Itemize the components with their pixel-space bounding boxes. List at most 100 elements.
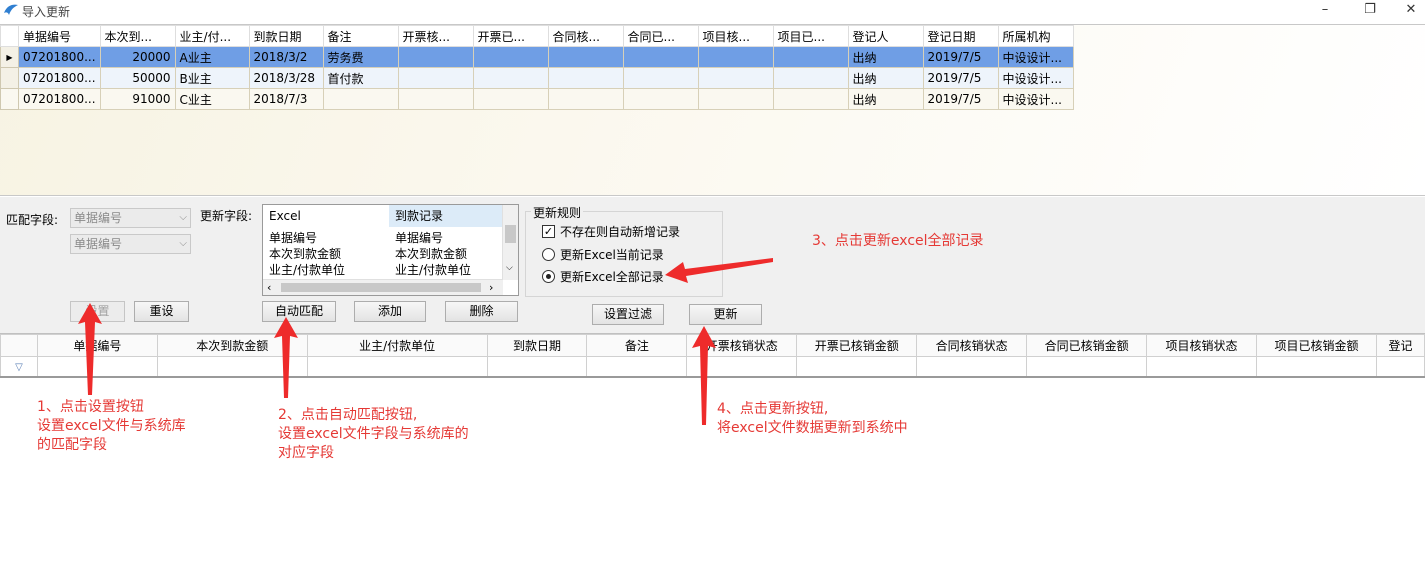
- column-header[interactable]: 合同核...: [547, 25, 624, 47]
- table-cell[interactable]: [397, 88, 474, 110]
- table-row[interactable]: ▶ 07201800... 20000 A业主 2018/3/2 劳务费 出纳 …: [0, 46, 1074, 68]
- column-header[interactable]: 开票已...: [472, 25, 549, 47]
- table-cell[interactable]: 中设设计...: [997, 67, 1074, 89]
- filter-icon[interactable]: ▽: [0, 356, 38, 378]
- column-header[interactable]: 合同已核销金额: [1026, 334, 1148, 357]
- filter-cell[interactable]: [1375, 356, 1425, 378]
- table-cell[interactable]: 2018/3/28: [248, 67, 324, 89]
- match-field-combo-2[interactable]: 单据编号 ⌵: [70, 234, 191, 254]
- filter-cell[interactable]: [586, 356, 688, 378]
- mapping-row[interactable]: 单据编号 单据编号: [263, 230, 503, 246]
- filter-cell[interactable]: [686, 356, 798, 378]
- table-cell[interactable]: [772, 67, 849, 89]
- auto-match-button[interactable]: 自动匹配: [262, 301, 336, 322]
- table-cell[interactable]: B业主: [174, 67, 250, 89]
- table-cell[interactable]: 07201800...: [18, 88, 101, 110]
- filter-cell[interactable]: [796, 356, 918, 378]
- minimize-button[interactable]: –: [1315, 2, 1335, 18]
- table-cell[interactable]: [622, 46, 699, 68]
- column-header[interactable]: 合同已...: [622, 25, 699, 47]
- column-header[interactable]: 登记: [1375, 334, 1425, 357]
- table-cell[interactable]: C业主: [174, 88, 250, 110]
- column-header[interactable]: 项目已核销金额: [1256, 334, 1377, 357]
- match-field-combo-1[interactable]: 单据编号 ⌵: [70, 208, 191, 228]
- table-cell[interactable]: [547, 67, 624, 89]
- add-button[interactable]: 添加: [354, 301, 426, 322]
- table-cell[interactable]: [472, 88, 549, 110]
- table-cell[interactable]: 2018/3/2: [248, 46, 324, 68]
- table-row[interactable]: 07201800... 50000 B业主 2018/3/28 首付款 出纳 2…: [0, 67, 1074, 89]
- table-cell[interactable]: 07201800...: [18, 46, 101, 68]
- column-header[interactable]: 合同核销状态: [916, 334, 1028, 357]
- table-cell[interactable]: 91000: [99, 88, 176, 110]
- table-cell[interactable]: [472, 46, 549, 68]
- table-cell[interactable]: 2019/7/5: [922, 88, 999, 110]
- mapping-row[interactable]: 本次到款金额 本次到款金额: [263, 246, 503, 262]
- table-cell[interactable]: [322, 88, 399, 110]
- scroll-thumb[interactable]: [281, 283, 481, 292]
- column-header[interactable]: 本次到款金额: [156, 334, 308, 357]
- scroll-thumb[interactable]: [505, 225, 516, 243]
- table-cell[interactable]: 50000: [99, 67, 176, 89]
- table-cell[interactable]: [697, 67, 774, 89]
- table-cell[interactable]: 中设设计...: [997, 46, 1074, 68]
- table-cell[interactable]: 2019/7/5: [922, 46, 999, 68]
- column-header[interactable]: 备注: [586, 334, 688, 357]
- table-cell[interactable]: [772, 88, 849, 110]
- filter-cell[interactable]: [1026, 356, 1148, 378]
- table-cell[interactable]: [397, 67, 474, 89]
- filter-cell[interactable]: [916, 356, 1028, 378]
- table-cell[interactable]: 出纳: [847, 88, 924, 110]
- column-header[interactable]: 本次到...: [99, 25, 176, 47]
- table-cell[interactable]: [772, 46, 849, 68]
- table-cell[interactable]: [622, 67, 699, 89]
- column-header[interactable]: 单据编号: [36, 334, 158, 357]
- filter-cell[interactable]: [156, 356, 308, 378]
- table-cell[interactable]: 20000: [99, 46, 176, 68]
- chevron-down-icon[interactable]: ⌵: [506, 263, 513, 273]
- table-cell[interactable]: 首付款: [322, 67, 399, 89]
- column-header[interactable]: 登记日期: [922, 25, 999, 47]
- chevron-right-icon[interactable]: ›: [489, 281, 493, 294]
- filter-cell[interactable]: [486, 356, 588, 378]
- column-header[interactable]: 开票核...: [397, 25, 474, 47]
- filter-cell[interactable]: [36, 356, 158, 378]
- filter-cell[interactable]: [1256, 356, 1377, 378]
- column-header[interactable]: 所属机构: [997, 25, 1074, 47]
- table-cell[interactable]: 07201800...: [18, 67, 101, 89]
- table-cell[interactable]: 出纳: [847, 46, 924, 68]
- table-cell[interactable]: [547, 46, 624, 68]
- reset-button[interactable]: 重设: [134, 301, 189, 322]
- column-header[interactable]: 开票核销状态: [686, 334, 798, 357]
- set-filter-button[interactable]: 设置过滤: [592, 304, 664, 325]
- table-cell[interactable]: [547, 88, 624, 110]
- column-header[interactable]: 到款日期: [486, 334, 588, 357]
- set-button[interactable]: 设置: [70, 301, 125, 322]
- table-cell[interactable]: [397, 46, 474, 68]
- column-header[interactable]: 项目核销状态: [1146, 334, 1257, 357]
- restore-button[interactable]: ❐: [1360, 2, 1380, 18]
- mapping-vertical-scrollbar[interactable]: ⌵: [502, 205, 518, 280]
- filter-cell[interactable]: [1146, 356, 1257, 378]
- column-header[interactable]: 项目已...: [772, 25, 849, 47]
- mapping-horizontal-scrollbar[interactable]: ‹ ›: [263, 279, 503, 295]
- table-cell[interactable]: 2018/7/3: [248, 88, 324, 110]
- table-cell[interactable]: [472, 67, 549, 89]
- update-button[interactable]: 更新: [689, 304, 762, 325]
- table-cell[interactable]: A业主: [174, 46, 250, 68]
- filter-row[interactable]: ▽: [0, 356, 1425, 378]
- column-header[interactable]: 项目核...: [697, 25, 774, 47]
- table-cell[interactable]: 劳务费: [322, 46, 399, 68]
- close-button[interactable]: ✕: [1401, 2, 1421, 18]
- column-header[interactable]: 业主/付款单位: [306, 334, 488, 357]
- table-cell[interactable]: [697, 46, 774, 68]
- table-cell[interactable]: [622, 88, 699, 110]
- column-header[interactable]: 开票已核销金额: [796, 334, 918, 357]
- column-header[interactable]: 到款日期: [248, 25, 324, 47]
- chevron-left-icon[interactable]: ‹: [267, 281, 271, 294]
- column-header[interactable]: 登记人: [847, 25, 924, 47]
- table-cell[interactable]: 出纳: [847, 67, 924, 89]
- mapping-row[interactable]: 业主/付款单位 业主/付款单位: [263, 262, 503, 278]
- column-header[interactable]: 单据编号: [18, 25, 101, 47]
- table-row[interactable]: 07201800... 91000 C业主 2018/7/3 出纳 2019/7…: [0, 88, 1074, 110]
